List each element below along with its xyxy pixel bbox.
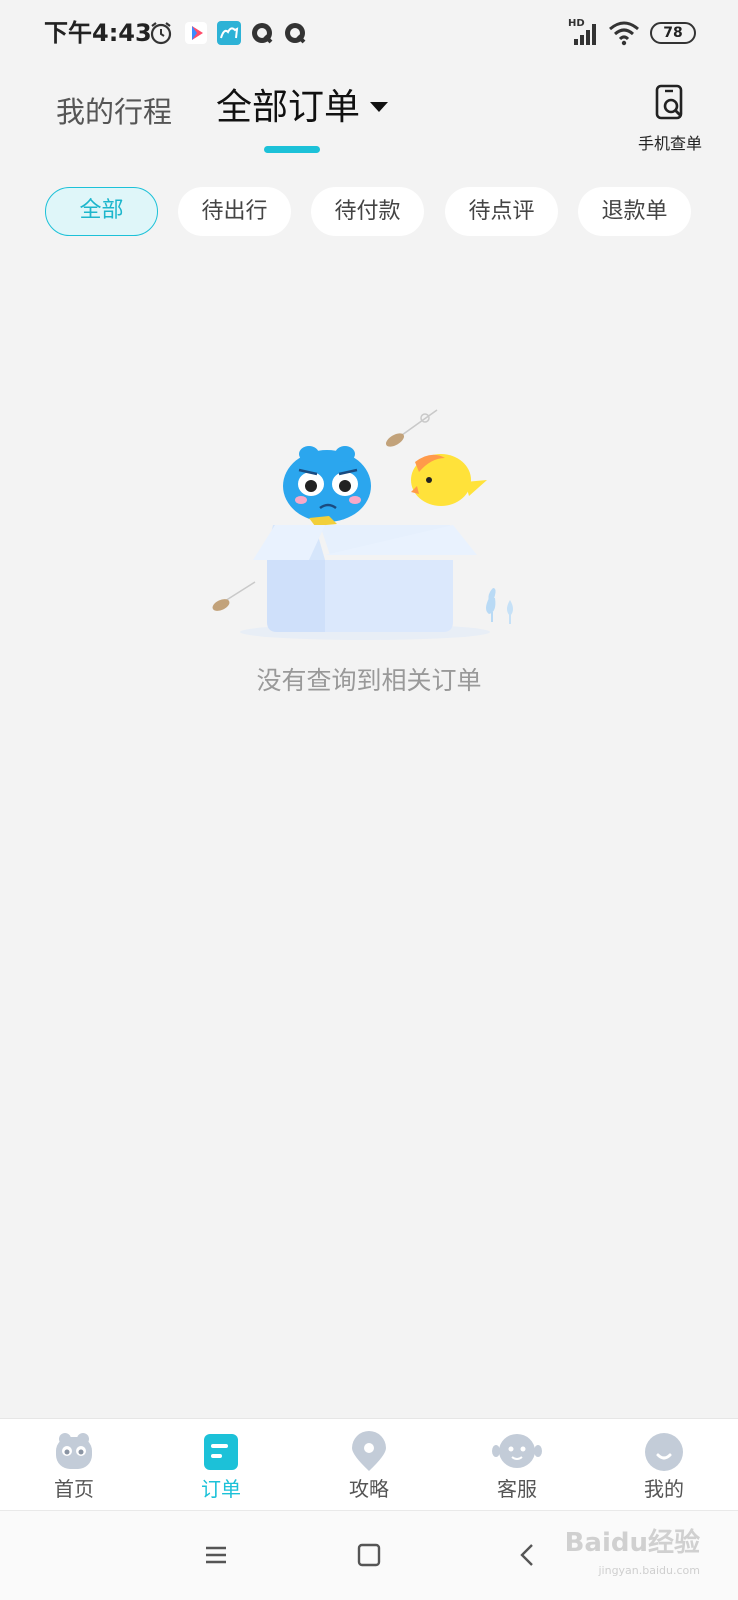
status-time: 下午4:43: [44, 19, 152, 47]
nav-item-orders[interactable]: 订单: [171, 1431, 271, 1501]
alarm-icon: [150, 22, 172, 45]
filter-all[interactable]: 全部: [45, 187, 158, 236]
active-tab-indicator: [264, 146, 320, 153]
tab-all-orders[interactable]: 全部订单: [216, 86, 360, 130]
empty-state-message: 没有查询到相关订单: [256, 666, 482, 695]
location-pin-icon: [352, 1431, 386, 1471]
watermark-url: jingyan.baidu.com: [598, 1564, 700, 1577]
nav-label-guides: 攻略: [349, 1477, 389, 1501]
customer-service-icon: [492, 1434, 542, 1468]
filter-pending-review[interactable]: 待点评: [445, 187, 558, 236]
nav-item-guides[interactable]: 攻略: [319, 1431, 419, 1501]
battery-icon: 78: [650, 22, 696, 44]
nav-label-profile: 我的: [644, 1477, 684, 1501]
q-app-icon: [285, 23, 306, 44]
nav-label-orders: 订单: [201, 1477, 241, 1501]
profile-smile-icon: [645, 1433, 683, 1471]
back-icon[interactable]: [516, 1543, 540, 1567]
watermark-logo: Baidu经验: [564, 1528, 700, 1558]
phone-lookup-label: 手机查单: [637, 134, 702, 153]
filter-pending-payment[interactable]: 待付款: [311, 187, 424, 236]
tab-my-trips[interactable]: 我的行程: [56, 94, 172, 130]
nav-item-home[interactable]: 首页: [24, 1431, 124, 1501]
nav-item-customer-service[interactable]: 客服: [467, 1431, 567, 1501]
home-mascot-icon: [56, 1433, 92, 1469]
chevron-down-icon[interactable]: [370, 102, 388, 112]
wifi-icon: [609, 21, 639, 46]
nav-label-customer-service: 客服: [497, 1477, 537, 1501]
phone-search-icon: [655, 84, 683, 120]
filter-pending-trip[interactable]: 待出行: [178, 187, 291, 236]
q-app-icon: [252, 23, 273, 44]
nav-item-profile[interactable]: 我的: [614, 1431, 714, 1501]
home-square-icon[interactable]: [357, 1543, 381, 1567]
phone-lookup-button[interactable]: 手机查单: [630, 84, 710, 154]
filter-refunds[interactable]: 退款单: [578, 187, 691, 236]
signal-icon: [574, 24, 596, 45]
video-app-icon: [185, 22, 207, 44]
empty-box-illustration: [212, 409, 513, 640]
nav-label-home: 首页: [54, 1477, 94, 1501]
order-icon: [204, 1434, 238, 1470]
menu-icon[interactable]: [204, 1543, 228, 1567]
bottom-nav: 首页 订单 攻略 客服 我的: [0, 1418, 738, 1510]
camel-app-icon: [217, 21, 241, 45]
